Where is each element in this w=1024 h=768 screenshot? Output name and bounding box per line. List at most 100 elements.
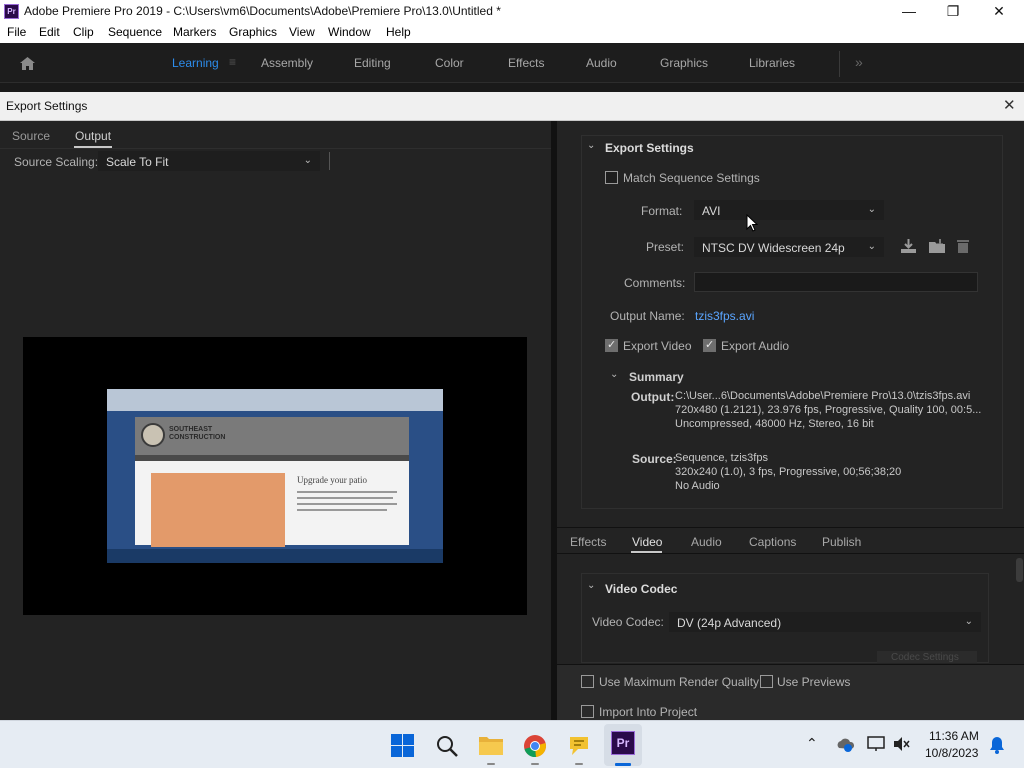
menu-sequence[interactable]: Sequence [108, 25, 162, 39]
export-audio-label: Export Audio [721, 339, 790, 353]
match-sequence-label: Match Sequence Settings [623, 171, 760, 185]
workspace-learning[interactable]: Learning [172, 56, 219, 70]
menu-view[interactable]: View [289, 25, 315, 39]
onedrive-icon[interactable] [836, 736, 854, 752]
preview-logo-line2: CONSTRUCTION [169, 434, 226, 441]
running-indicator [531, 763, 539, 765]
max-render-quality-label: Use Maximum Render Quality [599, 675, 760, 689]
export-settings-header[interactable]: Export Settings [605, 141, 694, 155]
show-hidden-icons-icon[interactable]: ⌃ [806, 735, 818, 752]
window-title: Adobe Premiere Pro 2019 - C:\Users\vm6\D… [24, 4, 501, 18]
premiere-app-icon: Pr [611, 731, 635, 755]
comments-field[interactable] [694, 272, 978, 292]
search-icon[interactable] [435, 734, 459, 758]
summary-output-label: Output: [631, 390, 675, 404]
menu-graphics[interactable]: Graphics [229, 25, 277, 39]
import-preset-icon[interactable] [928, 238, 946, 254]
windows-start-icon[interactable] [391, 734, 414, 757]
speaker-muted-icon[interactable] [893, 736, 911, 752]
max-render-quality-checkbox[interactable] [581, 675, 594, 688]
format-dropdown[interactable]: AVI ⌄ [694, 200, 884, 220]
title-bar: Pr Adobe Premiere Pro 2019 - C:\Users\vm… [0, 0, 1024, 23]
use-previews-label: Use Previews [777, 675, 851, 689]
export-audio-checkbox[interactable] [703, 338, 716, 352]
minimize-icon[interactable]: — [886, 0, 932, 23]
format-value: AVI [702, 204, 721, 218]
file-explorer-icon[interactable] [478, 734, 504, 756]
tab-video[interactable]: Video [632, 535, 662, 549]
import-into-project-label: Import Into Project [599, 705, 698, 719]
workspace-assembly[interactable]: Assembly [261, 56, 313, 70]
export-video-label: Export Video [623, 339, 692, 353]
maximize-icon[interactable]: ❐ [930, 0, 976, 23]
preview-text-line [297, 503, 397, 505]
preview-compass-logo [141, 423, 165, 447]
codec-settings-label: Codec Settings [891, 652, 959, 663]
scrollbar-thumb[interactable] [1016, 558, 1023, 582]
workspace-libraries[interactable]: Libraries [749, 56, 795, 70]
video-codec-header[interactable]: Video Codec [605, 582, 677, 596]
workspace-bar: Learning ≡ Assembly Editing Color Effect… [0, 43, 1024, 83]
tab-captions[interactable]: Captions [749, 535, 796, 549]
chevron-down-icon[interactable]: ⌄ [587, 580, 595, 591]
workspace-menu-icon[interactable]: ≡ [229, 55, 236, 69]
preview-logo-line1: SOUTHEAST [169, 426, 213, 433]
workspace-audio[interactable]: Audio [586, 56, 617, 70]
chrome-icon[interactable] [523, 734, 547, 758]
menu-markers[interactable]: Markers [173, 25, 216, 39]
network-icon[interactable] [867, 736, 885, 752]
preview-text-line [297, 509, 387, 511]
workspace-effects[interactable]: Effects [508, 56, 544, 70]
menu-help[interactable]: Help [386, 25, 411, 39]
premiere-logo-icon: Pr [4, 4, 19, 19]
delete-preset-icon[interactable] [956, 238, 970, 254]
toolbar-divider [329, 152, 330, 170]
source-scaling-dropdown[interactable]: Scale To Fit ⌄ [98, 151, 320, 171]
source-scaling-value: Scale To Fit [106, 155, 169, 169]
menu-file[interactable]: File [7, 25, 26, 39]
clock-time[interactable]: 11:36 AM [929, 729, 979, 743]
close-window-icon[interactable]: ✕ [976, 0, 1022, 23]
close-dialog-icon[interactable]: ✕ [1003, 96, 1016, 114]
menu-window[interactable]: Window [328, 25, 371, 39]
workspace-divider [839, 51, 840, 77]
chevron-down-icon: ⌄ [964, 616, 973, 627]
home-icon[interactable] [19, 56, 36, 71]
video-codec-dropdown[interactable]: DV (24p Advanced) ⌄ [669, 612, 981, 632]
tab-effects[interactable]: Effects [570, 535, 606, 549]
feedback-hub-icon[interactable] [567, 734, 591, 758]
tab-audio[interactable]: Audio [691, 535, 722, 549]
summary-output-line: 720x480 (1.2121), 23.976 fps, Progressiv… [675, 404, 982, 416]
format-label: Format: [641, 204, 683, 218]
menu-edit[interactable]: Edit [39, 25, 60, 39]
workspace-graphics[interactable]: Graphics [660, 56, 708, 70]
summary-source-line: 320x240 (1.0), 3 fps, Progressive, 00;56… [675, 466, 902, 478]
tab-publish[interactable]: Publish [822, 535, 861, 549]
summary-output-line: C:\User...6\Documents\Adobe\Premiere Pro… [675, 390, 971, 402]
more-workspaces-icon[interactable]: » [855, 54, 863, 70]
preview-text-line [297, 497, 393, 499]
export-video-checkbox[interactable] [605, 338, 618, 352]
chevron-down-icon[interactable]: ⌄ [587, 140, 595, 151]
codec-settings-button[interactable]: Codec Settings [877, 651, 977, 663]
preset-dropdown[interactable]: NTSC DV Widescreen 24p ⌄ [694, 237, 884, 257]
import-into-project-checkbox[interactable] [581, 705, 594, 718]
output-name-link[interactable]: tzis3fps.avi [695, 309, 754, 323]
notification-bell-icon[interactable] [989, 736, 1005, 754]
video-preview[interactable]: SOUTHEAST CONSTRUCTION Upgrade your pati… [23, 337, 527, 615]
active-app-indicator [615, 763, 631, 766]
chevron-down-icon: ⌄ [867, 204, 876, 215]
tab-source[interactable]: Source [12, 129, 50, 143]
match-sequence-checkbox[interactable] [605, 171, 618, 184]
clock-date[interactable]: 10/8/2023 [925, 746, 978, 760]
save-preset-icon[interactable] [900, 238, 917, 254]
use-previews-checkbox[interactable] [760, 675, 773, 688]
tab-output[interactable]: Output [75, 129, 111, 143]
chevron-down-icon[interactable]: ⌄ [610, 369, 618, 380]
menu-clip[interactable]: Clip [73, 25, 94, 39]
workspace-color[interactable]: Color [435, 56, 464, 70]
preview-browser-bar [107, 389, 443, 411]
export-dialog-title: Export Settings [6, 99, 88, 113]
summary-header[interactable]: Summary [629, 370, 684, 384]
workspace-editing[interactable]: Editing [354, 56, 391, 70]
